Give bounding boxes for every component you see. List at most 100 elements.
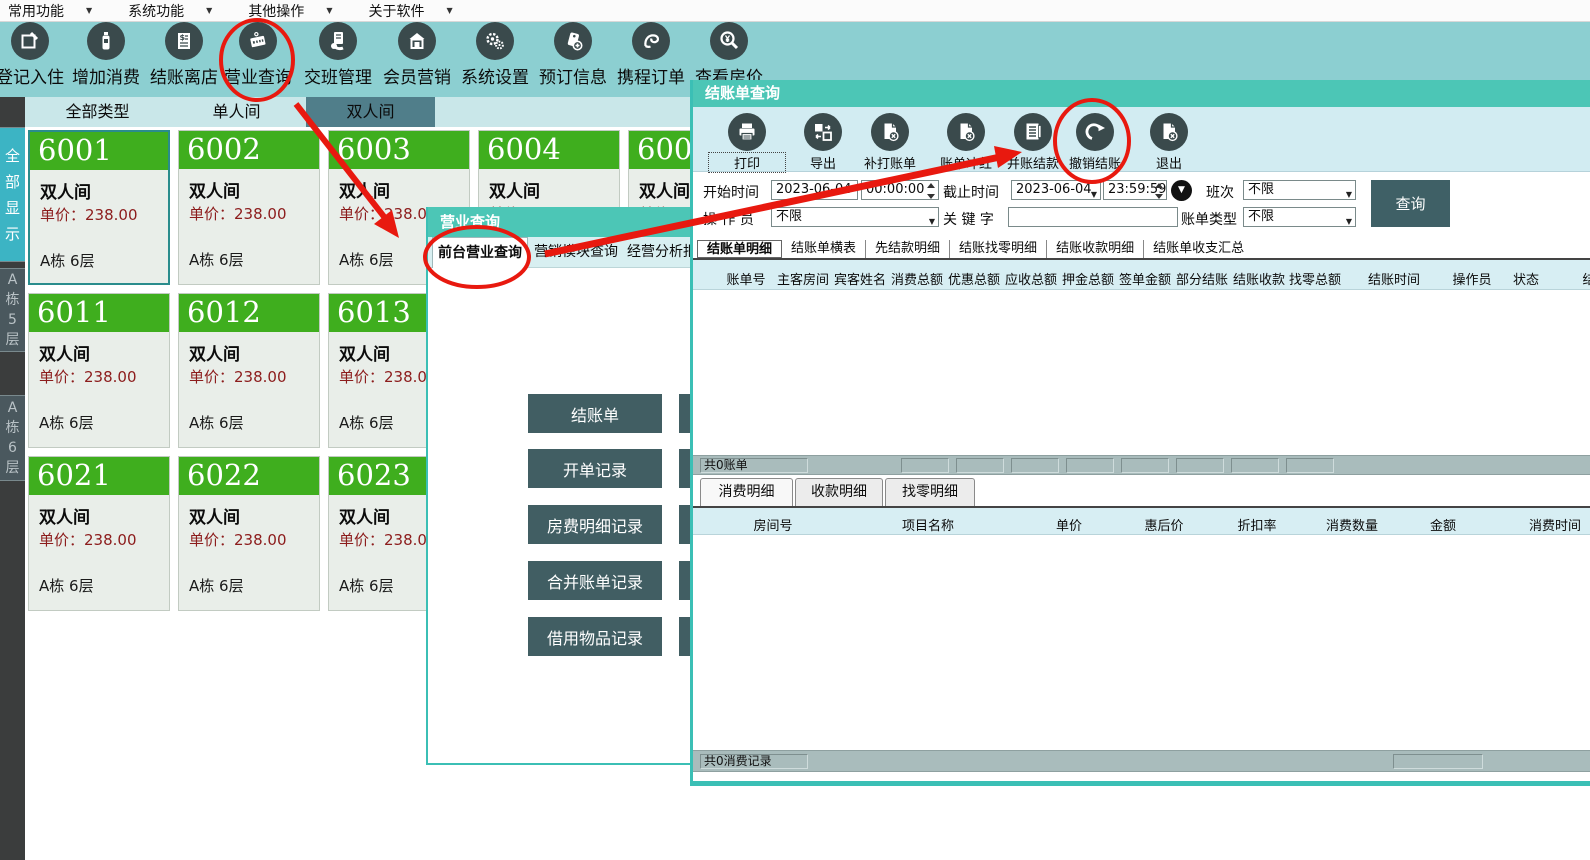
room-card[interactable]: 6011 双人间 单价：238.00 A栋 6层 — [28, 293, 170, 448]
keyword-input[interactable] — [1008, 207, 1178, 227]
toolbar-ctrip-orders[interactable]: 携程订单 — [611, 22, 691, 88]
tab-income-summary[interactable]: 结账单收支汇总 — [1144, 240, 1253, 258]
room-card[interactable]: 6001 双人间 单价：238.00 A栋 6层 — [28, 130, 170, 285]
sidebar-tab-show-all[interactable]: 全部显示 — [0, 127, 25, 262]
time-spinner[interactable] — [1153, 183, 1164, 199]
doc-cancel-icon — [871, 113, 909, 151]
tab-change-given-detail[interactable]: 找零明细 — [885, 478, 975, 506]
menu-system-functions[interactable]: 系统功能 ▼ — [128, 1, 240, 21]
tab-payment-detail[interactable]: 收款明细 — [795, 478, 883, 506]
tab-change-detail[interactable]: 结账找零明细 — [950, 240, 1047, 258]
record-summary-bar: 共0消费记录 — [693, 750, 1590, 772]
room-building: A栋 6层 — [39, 575, 94, 596]
tab-marketing-module-query[interactable]: 营销模块查询 — [531, 237, 621, 268]
receipt-icon: $ — [165, 22, 203, 60]
room-price: 单价：238.00 — [339, 366, 437, 387]
tab-double-room[interactable]: 双人间 — [306, 97, 435, 127]
column-header: 签单金额 — [1119, 269, 1171, 288]
toolbar-system-settings[interactable]: 系统设置 — [455, 22, 535, 88]
toolbar-checkin[interactable]: 登记入住 — [0, 22, 70, 88]
quick-date-button[interactable]: ▼ — [1171, 180, 1192, 201]
room-type: 双人间 — [189, 503, 240, 528]
menu-about[interactable]: 关于软件 ▼ — [368, 1, 480, 21]
tab-consumption-detail[interactable]: 消费明细 — [700, 478, 793, 506]
column-header: 单价 — [1056, 515, 1082, 534]
left-sidebar: » 全部显示 A栋5层 A栋6层 — [0, 97, 25, 860]
checkout-bill-button[interactable]: 结账单 — [528, 394, 662, 433]
column-header: 押金总额 — [1062, 269, 1114, 288]
bottle-icon — [87, 22, 125, 60]
business-query-window: 营业查询 前台营业查询 营销模块查询 经营分析报表 结账单 开单记录 房费明细记… — [426, 207, 694, 765]
end-time-input[interactable]: 23:59:59 — [1103, 180, 1167, 200]
bill-table-body[interactable] — [693, 290, 1590, 455]
column-header: 结账收款 — [1233, 269, 1285, 288]
summary-cell — [1176, 458, 1224, 473]
exit-button[interactable]: 退出 — [1131, 113, 1207, 172]
room-card[interactable]: 6012 双人间 单价：238.00 A栋 6层 — [178, 293, 320, 448]
operator-select[interactable]: 不限 ▼ — [771, 207, 939, 227]
column-header: 项目名称 — [902, 515, 954, 534]
reprint-bill-button[interactable]: 补打账单 — [852, 113, 928, 172]
open-bill-records-button[interactable]: 开单记录 — [528, 449, 662, 488]
menu-other-operations[interactable]: 其他操作 ▼ — [248, 1, 360, 21]
start-time-input[interactable]: 00:00:00 — [861, 180, 939, 200]
room-number: 6012 — [179, 294, 319, 332]
checkout-result-tab-bar: 结账单明细 结账单横表 先结款明细 结账找零明细 结账收款明细 结账单收支汇总 — [697, 240, 1253, 258]
shift-select[interactable]: 不限 ▼ — [1243, 180, 1356, 200]
sidebar-tab-building-a-floor6[interactable]: A栋6层 — [0, 395, 25, 481]
borrowed-items-records-button[interactable]: 借用物品记录 — [528, 617, 662, 656]
detail-table-body[interactable] — [693, 535, 1590, 750]
toolbar-shift-management[interactable]: 交班管理 — [298, 22, 378, 88]
column-header: 操作员 — [1452, 269, 1491, 288]
column-header: 找零总额 — [1289, 269, 1341, 288]
tab-receipt-detail[interactable]: 结账收款明细 — [1047, 240, 1144, 258]
checkout-query-dialog: 结账单查询 打印 导出 补打账单 账单冲红 — [690, 80, 1590, 786]
toolbar-business-query[interactable]: 营业查询 — [218, 22, 298, 88]
toolbar-checkout[interactable]: $ 结账离店 — [144, 22, 224, 88]
price-search-icon — [710, 22, 748, 60]
room-card[interactable]: 6021 双人间 单价：238.00 A栋 6层 — [28, 456, 170, 611]
tab-presettle-detail[interactable]: 先结款明细 — [866, 240, 950, 258]
summary-cell — [1011, 458, 1059, 473]
room-type: 双人间 — [339, 177, 390, 202]
undo-checkout-button[interactable]: 撤销结账 — [1057, 113, 1133, 172]
summary-cell — [1121, 458, 1169, 473]
menu-common-functions[interactable]: 常用功能 ▼ — [8, 1, 120, 21]
time-spinner[interactable] — [925, 183, 936, 199]
tab-bill-detail[interactable]: 结账单明细 — [697, 240, 782, 258]
room-type: 双人间 — [639, 177, 690, 202]
column-header: 应收总额 — [1005, 269, 1057, 288]
merged-bill-records-button[interactable]: 合并账单记录 — [528, 561, 662, 600]
column-header: 折扣率 — [1237, 515, 1276, 534]
tab-bill-horizontal[interactable]: 结账单横表 — [782, 240, 866, 258]
toolbar-add-consumption[interactable]: 增加消费 — [66, 22, 146, 88]
gears-icon — [476, 22, 514, 60]
sidebar-tab-building-a-floor5[interactable]: A栋5层 — [0, 268, 25, 352]
doc-cancel-icon — [947, 113, 985, 151]
query-button[interactable]: 查询 — [1371, 180, 1450, 227]
summary-cell — [1231, 458, 1279, 473]
print-button[interactable]: 打印 — [709, 113, 785, 172]
shop-icon — [398, 22, 436, 60]
room-type: 双人间 — [189, 340, 240, 365]
room-price: 单价：238.00 — [40, 204, 138, 225]
room-card[interactable]: 6002 双人间 单价：238.00 A栋 6层 — [178, 130, 320, 285]
export-button[interactable]: 导出 — [785, 113, 861, 172]
room-card[interactable]: 6022 双人间 单价：238.00 A栋 6层 — [178, 456, 320, 611]
toolbar-member-marketing[interactable]: 会员营销 — [377, 22, 457, 88]
tab-all-types[interactable]: 全部类型 — [28, 97, 167, 127]
end-date-select[interactable]: 2023-06-04 ▼ — [1011, 180, 1101, 200]
record-count: 共0消费记录 — [700, 754, 808, 769]
start-date-input[interactable]: 2023-06-04 — [771, 180, 858, 200]
bill-reverse-button[interactable]: 账单冲红 — [928, 113, 1004, 172]
column-header: 结 — [1582, 269, 1590, 288]
toolbar-view-room-price[interactable]: 查看房价 — [689, 22, 769, 88]
tab-analysis-report[interactable]: 经营分析报表 — [624, 237, 694, 268]
room-fee-records-button[interactable]: 房费明细记录 — [528, 505, 662, 544]
toolbar-booking-info[interactable]: 预订信息 — [533, 22, 613, 88]
bill-type-select[interactable]: 不限 ▼ — [1243, 207, 1356, 227]
tab-single-room[interactable]: 单人间 — [167, 97, 306, 127]
tab-front-desk-query[interactable]: 前台营业查询 — [432, 237, 528, 268]
column-header: 消费时间 — [1529, 515, 1581, 534]
room-type: 双人间 — [489, 177, 540, 202]
